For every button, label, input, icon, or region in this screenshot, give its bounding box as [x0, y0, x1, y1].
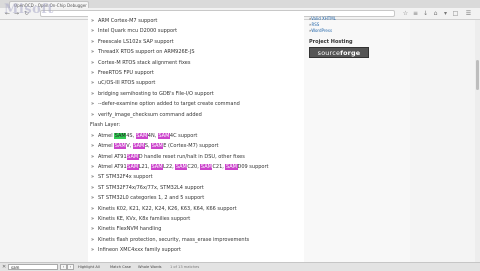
item-text: 4S, [126, 132, 136, 139]
item-text: V, [126, 143, 133, 150]
match-highlight: SAM [151, 143, 164, 150]
match-highlight: SAM [225, 164, 238, 171]
match-highlight: SAM [200, 164, 213, 171]
match-highlight: SAM [135, 132, 148, 139]
match-highlight: SAM [126, 153, 139, 160]
match-highlight: SAM [114, 143, 127, 150]
list-item: verify_image_checksum command added [88, 110, 304, 121]
list-item: ARM Cortex-M7 support [88, 16, 304, 27]
list-item: ST STM32F74x/76x/77x, STM32L4 support [88, 183, 304, 194]
list-item: uC/OS-III RTOS support [88, 78, 304, 89]
close-icon[interactable]: ✕ [2, 264, 6, 270]
list-item: Atmel AT91SAML21, SAML22, SAMC20, SAMC21… [88, 162, 304, 173]
watermark-logo: Misoft [4, 2, 54, 17]
list-item: Cortex-M RTOS stack alignment fixes [88, 58, 304, 69]
sidebar-link-wordpress[interactable]: WordPress [306, 28, 406, 34]
highlight-all-toggle[interactable]: Highlight All [78, 264, 100, 270]
match-highlight: SAM [151, 164, 164, 171]
item-text: C20, [187, 164, 201, 171]
chat-icon[interactable]: □ [452, 10, 459, 17]
match-highlight: SAM [175, 164, 188, 171]
list-item: ST STM32L0 categories 1, 2 and 5 support [88, 193, 304, 204]
list-item: Atmel AT91SAMD handle reset run/halt in … [88, 152, 304, 163]
find-input[interactable]: sam [8, 264, 58, 270]
list-item: Infineon XMC4xxx family support [88, 245, 304, 256]
match-highlight: SAM [132, 143, 145, 150]
section-title: Flash Layer: [90, 121, 121, 128]
list-item: Kinetis flash protection, security, mass… [88, 235, 304, 246]
scrollbar-thumb[interactable] [476, 60, 479, 90]
sourceforge-logo[interactable]: sourceforge [309, 47, 369, 58]
list-item: bridging semihosting to GDB's File-I/O s… [88, 89, 304, 100]
item-text: 4N, [147, 132, 158, 139]
sourceforge-logo-text-a: source [317, 49, 341, 57]
item-text: Atmel [98, 132, 115, 139]
bookmarks-icon[interactable]: ≡ [412, 10, 419, 17]
sidebar: Valid XHTML RSS WordPress Project Hostin… [306, 16, 406, 58]
list-item: Kinetis KE, KVx, K8x families support [88, 214, 304, 225]
list-item: Kinetis FlexNVM handling [88, 224, 304, 235]
web-page: ARM Cortex-M7 supportIntel Quark mcu D20… [0, 16, 480, 262]
project-hosting-heading: Project Hosting [309, 39, 353, 45]
list-item: --defer-examine option added to target c… [88, 99, 304, 110]
feature-list: ARM Cortex-M7 supportIntel Quark mcu D20… [88, 16, 304, 120]
page-scrollbar[interactable] [475, 20, 480, 262]
whole-words-toggle[interactable]: Whole Words [138, 264, 162, 270]
previous-match-icon[interactable]: ‹ [60, 264, 67, 270]
item-text: 4C support [169, 132, 198, 139]
next-match-icon[interactable]: › [67, 264, 74, 270]
item-text: Atmel AT91 [98, 153, 127, 160]
list-item: Atmel SAM4S, SAM4N, SAM4C support [88, 131, 304, 142]
flash-feature-list: Atmel SAM4S, SAM4N, SAM4C supportAtmel S… [88, 131, 304, 256]
news-content: ARM Cortex-M7 supportIntel Quark mcu D20… [88, 16, 304, 262]
list-item: Atmel SAMV, SAMS, SAME (Cortex-M7) suppo… [88, 141, 304, 152]
pocket-icon[interactable]: ▾ [442, 10, 449, 17]
list-item: FreeRTOS FPU support [88, 68, 304, 79]
list-item: ST STM32F4x support [88, 172, 304, 183]
item-text: L21, [138, 164, 152, 171]
item-text: D09 support [237, 164, 269, 171]
match-highlight: SAM [126, 164, 139, 171]
item-text: Atmel [98, 143, 115, 150]
match-highlight: SAM [157, 132, 170, 139]
home-icon[interactable]: ⌂ [432, 10, 439, 17]
sourceforge-logo-text-b: forge [340, 49, 361, 57]
item-text: Atmel AT91 [98, 164, 127, 171]
menu-icon[interactable]: ☰ [465, 10, 472, 17]
list-item: Kinetis K02, K21, K22, K24, K26, K63, K6… [88, 204, 304, 215]
item-text: E (Cortex-M7) support [163, 143, 219, 150]
download-icon[interactable]: ↓ [422, 10, 429, 17]
list-item: Freescale LS102x SAP support [88, 37, 304, 48]
item-text: L22, [163, 164, 176, 171]
current-match-highlight: SAM [114, 132, 127, 139]
item-text: C21, [212, 164, 226, 171]
item-text: D handle reset run/halt in DSU, other fi… [138, 153, 245, 160]
match-case-toggle[interactable]: Match Case [110, 264, 131, 270]
list-item: Intel Quark mcu D2000 support [88, 26, 304, 37]
find-status: 1 of 13 matches [170, 265, 200, 269]
list-item: ThreadX RTOS support on ARM926E-JS [88, 47, 304, 58]
